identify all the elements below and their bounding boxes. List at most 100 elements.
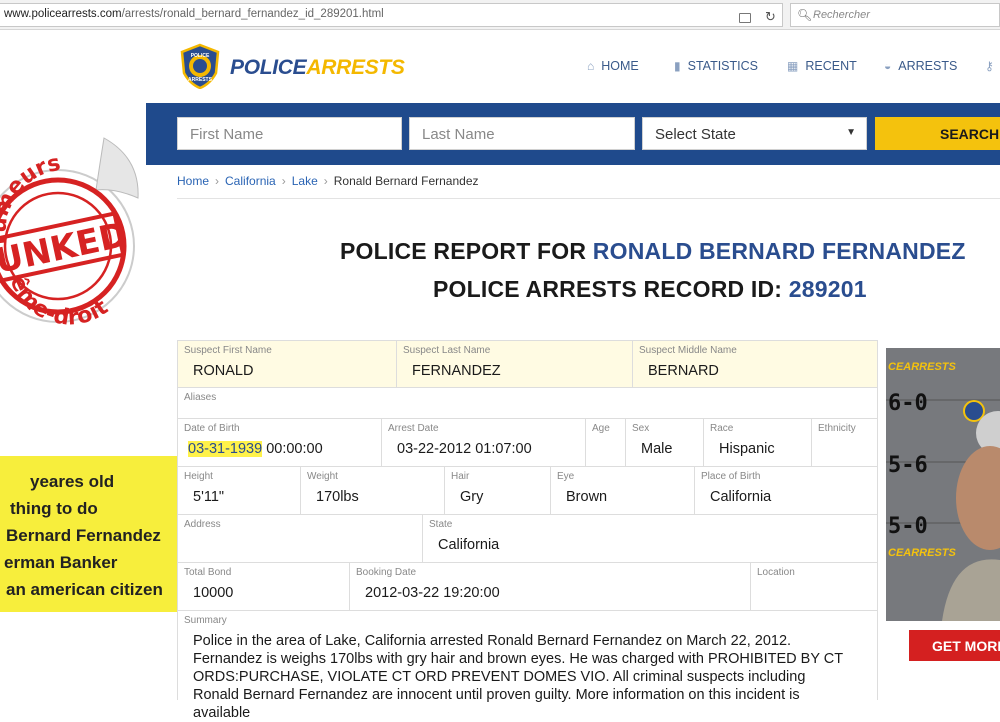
booking-date-cell: Booking Date 2012-03-22 19:20:00: [350, 563, 751, 611]
breadcrumb-separator-icon: ›: [215, 174, 220, 188]
first-name-input[interactable]: First Name: [177, 117, 402, 150]
last-name-value: FERNANDEZ: [412, 363, 501, 379]
debunked-stamp-image: rumeurs ême-droite UNKED: [0, 118, 146, 376]
page-title: POLICE REPORT FOR RONALD BERNARD FERNAND…: [340, 238, 966, 265]
nav-arrests-label: ARRESTS: [898, 59, 958, 73]
caret-down-icon: ▼: [846, 127, 856, 138]
mugshot-photo[interactable]: CEARRESTS CEARRESTS 6-0 5-6 5-0 Po: [886, 348, 1000, 621]
dob-label: Date of Birth: [184, 423, 240, 434]
search-button[interactable]: SEARCH N: [875, 117, 1000, 150]
reader-view-icon[interactable]: [739, 13, 751, 23]
breadcrumb-home[interactable]: Home: [177, 174, 209, 188]
state-select-value: Select State: [655, 126, 736, 143]
age-cell: Age: [586, 419, 626, 467]
arrest-date-value: 03-22-2012 01:07:00: [397, 441, 532, 457]
police-badge-icon: [963, 400, 985, 422]
site-header: POLICE ARRESTS POLICEARRESTS ⌂ HOME ▮ STAT…: [0, 31, 1000, 103]
site-logo-text[interactable]: POLICEARRESTS: [230, 56, 405, 80]
sex-cell: Sex Male: [626, 419, 704, 467]
title-prefix: POLICE REPORT FOR: [340, 238, 587, 264]
handcuffs-icon: ◒: [884, 59, 892, 73]
location-label: Location: [757, 567, 795, 578]
address-cell: Address: [177, 515, 423, 563]
dob-value: 03-31-1939 00:00:00: [188, 441, 323, 457]
sex-value: Male: [641, 441, 673, 457]
state-select[interactable]: Select State ▼: [642, 117, 867, 150]
eye-cell: Eye Brown: [551, 467, 695, 515]
overlay-notice: yeares old thing to do Bernard Fernandez…: [0, 456, 186, 612]
weight-label: Weight: [307, 471, 338, 482]
get-more-button[interactable]: GET MORE: [909, 630, 1000, 661]
middle-name-label: Suspect Middle Name: [639, 345, 737, 356]
mugshot-watermark: CEARRESTS: [888, 547, 957, 559]
total-bond-cell: Total Bond 10000: [177, 563, 350, 611]
browser-search-field[interactable]: 🔍︎ Rechercher: [790, 3, 1000, 27]
ethnicity-label: Ethnicity: [818, 423, 856, 434]
logo-police: POLICE: [230, 56, 307, 79]
height-mark-5-6: 5-6: [888, 453, 928, 478]
nav-arrests[interactable]: ◒ ARRESTS: [884, 59, 957, 73]
age-label: Age: [592, 423, 610, 434]
address-bar[interactable]: www.policearrests.com/arrests/ronald_ber…: [0, 3, 783, 27]
breadcrumb-separator-icon: ›: [281, 174, 286, 188]
height-mark-5-0: 5-0: [888, 514, 928, 539]
booking-date-label: Booking Date: [356, 567, 417, 578]
logo-arrests: ARRESTS: [306, 56, 405, 79]
breadcrumb-county[interactable]: Lake: [292, 174, 318, 188]
nav-statistics[interactable]: ▮ STATISTICS: [674, 59, 758, 73]
notice-line-2: thing to do: [10, 499, 98, 518]
hair-label: Hair: [451, 471, 470, 482]
address-label: Address: [184, 519, 221, 530]
last-name-input[interactable]: Last Name: [409, 117, 635, 150]
place-of-birth-label: Place of Birth: [701, 471, 761, 482]
first-name-cell: Suspect First Name RONALD: [177, 340, 397, 388]
nav-home[interactable]: ⌂ HOME: [587, 59, 639, 73]
dob-time: 00:00:00: [262, 441, 323, 457]
address-bar-url[interactable]: www.policearrests.com/arrests/ronald_ber…: [4, 8, 384, 20]
total-bond-value: 10000: [193, 585, 234, 601]
middle-name-value: BERNARD: [648, 363, 719, 379]
summary-label: Summary: [184, 615, 227, 626]
state-cell: State California: [423, 515, 878, 563]
total-bond-label: Total Bond: [184, 567, 232, 578]
aliases-label: Aliases: [184, 392, 217, 403]
height-label: Height: [184, 471, 213, 482]
height-mark-6-0: 6-0: [888, 391, 928, 416]
divider: [177, 198, 1000, 199]
arrest-date-label: Arrest Date: [388, 423, 439, 434]
hair-value: Gry: [460, 489, 484, 505]
last-name-label: Suspect Last Name: [403, 345, 491, 356]
nav-recent[interactable]: ▦ RECENT: [787, 59, 857, 73]
search-icon: 🔍︎: [797, 8, 813, 22]
aliases-cell: Aliases: [177, 388, 878, 419]
dob-cell: Date of Birth 03-31-1939 00:00:00: [177, 419, 382, 467]
notice-line-5: an american citizen: [6, 580, 163, 599]
nav-statistics-label: STATISTICS: [687, 59, 758, 73]
notice-line-1: yeares old: [30, 472, 115, 491]
record-id-prefix: POLICE ARRESTS RECORD ID:: [433, 276, 783, 302]
nav-home-label: HOME: [601, 59, 639, 73]
race-value: Hispanic: [719, 441, 775, 457]
breadcrumb-current: Ronald Bernard Fernandez: [333, 174, 479, 188]
summary-cell: Summary Police in the area of Lake, Cali…: [177, 611, 878, 721]
eye-value: Brown: [566, 489, 608, 505]
nav-more[interactable]: ⚷: [985, 59, 994, 73]
key-icon: ⚷: [985, 59, 994, 73]
breadcrumb-state[interactable]: California: [225, 174, 276, 188]
breadcrumb-separator-icon: ›: [323, 174, 328, 188]
nav-recent-label: RECENT: [805, 59, 857, 73]
url-host: www.policearrests.com: [4, 8, 122, 20]
place-of-birth-value: California: [710, 489, 772, 505]
notice-line-4: erman Banker: [4, 553, 118, 572]
race-label: Race: [710, 423, 734, 434]
height-cell: Height 5'11": [177, 467, 301, 515]
bar-chart-icon: ▮: [674, 59, 681, 73]
state-label: State: [429, 519, 453, 530]
last-name-cell: Suspect Last Name FERNANDEZ: [397, 340, 633, 388]
police-badge-logo-icon[interactable]: POLICE ARRESTS: [177, 43, 223, 89]
url-path: /arrests/ronald_bernard_fernandez_id_289…: [121, 8, 384, 20]
home-icon: ⌂: [587, 59, 595, 73]
reload-icon[interactable]: ↻: [765, 10, 776, 23]
record-id-value: 289201: [788, 276, 867, 302]
breadcrumb: Home › California › Lake › Ronald Bernard Fern…: [177, 174, 479, 188]
